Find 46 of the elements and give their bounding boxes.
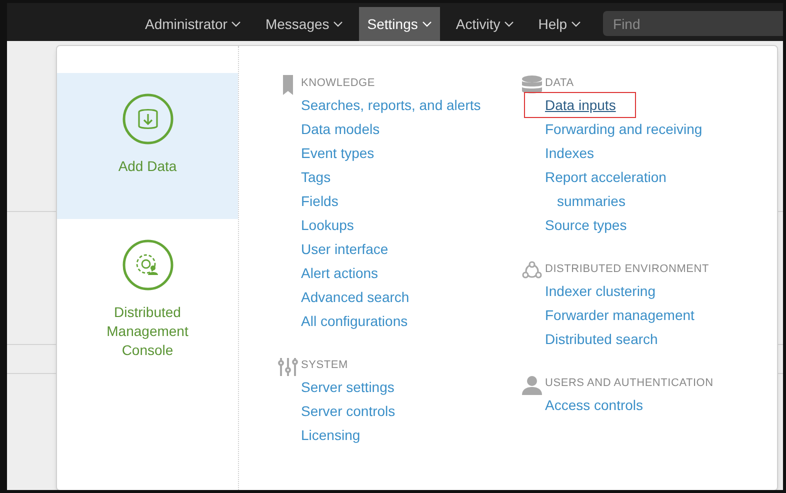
chevron-down-icon xyxy=(571,21,582,27)
section-heading: SYSTEM xyxy=(301,358,349,373)
chevron-down-icon xyxy=(422,21,432,27)
menu-link[interactable]: Forwarder management xyxy=(545,303,709,327)
menu-link[interactable]: Server settings xyxy=(301,375,396,399)
menu-link[interactable]: Distributed search xyxy=(545,327,709,351)
nav-menu[interactable]: Messages xyxy=(257,7,352,41)
menu-link[interactable]: Server controls xyxy=(301,399,396,423)
menu-link[interactable]: Indexer clustering xyxy=(545,279,709,303)
chevron-down-icon xyxy=(504,21,514,27)
menu-link[interactable]: Searches, reports, and alerts xyxy=(301,93,481,117)
chevron-down-icon xyxy=(333,21,344,27)
section-heading: KNOWLEDGE xyxy=(301,76,376,91)
menu-link[interactable]: Licensing xyxy=(301,423,396,447)
database-icon xyxy=(521,75,543,95)
menu-link[interactable]: Forwarding and receiving xyxy=(545,117,735,141)
menu-link[interactable]: Tags xyxy=(301,165,481,189)
section-heading: DATA xyxy=(545,76,575,91)
menu-link[interactable]: All configurations xyxy=(301,309,481,333)
nav-menu[interactable]: Settings xyxy=(359,7,440,41)
menu-link[interactable]: Data inputs xyxy=(525,93,635,117)
menu-link[interactable]: Report acceleration summaries xyxy=(545,165,735,213)
menu-link[interactable]: Access controls xyxy=(545,393,714,417)
menu-link[interactable]: Fields xyxy=(301,189,481,213)
nav-menu[interactable]: Help xyxy=(530,7,590,41)
section-heading: USERS AND AUTHENTICATION xyxy=(545,376,714,391)
menu-link[interactable]: Indexes xyxy=(545,141,735,165)
menu-link[interactable]: Source types xyxy=(545,213,735,237)
menu-link[interactable]: Event types xyxy=(301,141,481,165)
menu-link[interactable]: Advanced search xyxy=(301,285,481,309)
user-icon xyxy=(521,375,543,395)
sliders-icon xyxy=(278,357,298,377)
bookmark-icon xyxy=(283,75,293,95)
network-icon xyxy=(522,261,542,279)
menu-link[interactable]: User interface xyxy=(301,237,481,261)
menu-link[interactable]: Alert actions xyxy=(301,261,481,285)
nav-menu[interactable]: Activity xyxy=(448,7,522,41)
shortcut-tile[interactable]: Add Data xyxy=(57,73,238,219)
search-field[interactable]: Find xyxy=(603,11,783,36)
section-heading: DISTRIBUTED ENVIRONMENT xyxy=(545,262,709,277)
chevron-down-icon xyxy=(231,21,242,27)
database-download-icon xyxy=(122,93,174,145)
gear-user-icon xyxy=(122,239,174,291)
menu-link[interactable]: Data models xyxy=(301,117,481,141)
menu-link[interactable]: Lookups xyxy=(301,213,481,237)
nav-menu[interactable]: Administrator xyxy=(137,7,250,41)
